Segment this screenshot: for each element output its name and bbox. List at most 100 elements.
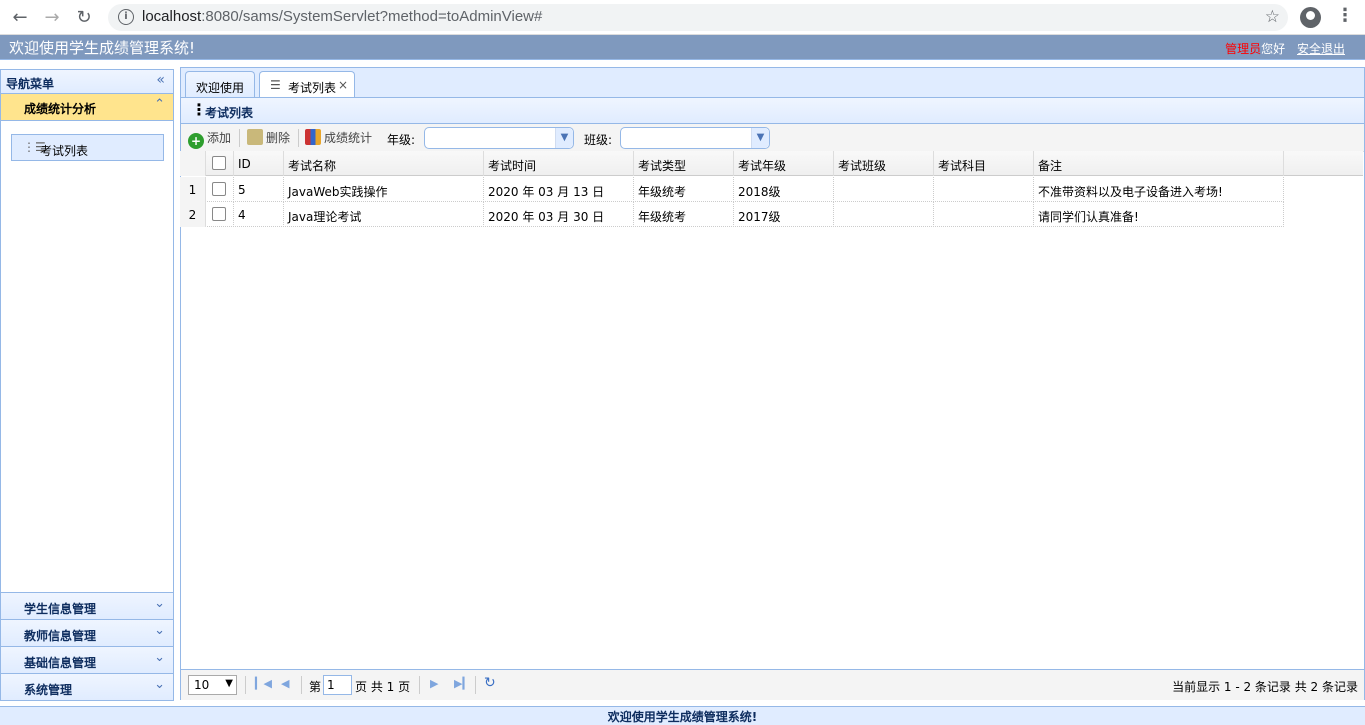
column-header[interactable]: 考试时间 [484,151,634,176]
accordion-section-label: 系统管理 [24,683,73,697]
page-number-value: 1 [327,678,335,692]
column-header[interactable]: 考试科目 [934,151,1034,176]
delete-label: 删除 [266,131,291,145]
accordion-section-basic[interactable]: 基础信息管理 ⌄ [1,646,173,673]
url-text[interactable]: localhost:8080/sams/SystemServlet?method… [142,8,542,25]
stats-button[interactable]: 成绩统计 [305,129,372,147]
prev-page-icon[interactable]: ◀ [281,677,289,690]
address-bar[interactable]: i localhost:8080/sams/SystemServlet?meth… [108,4,1288,31]
chevron-down-icon[interactable]: ⌄ [154,677,165,692]
accordion-section-system[interactable]: 系统管理 ⌄ [1,673,173,700]
bookmark-star-icon[interactable]: ☆ [1265,7,1280,27]
accordion-section-label: 基础信息管理 [24,656,97,670]
pager-separator [301,676,302,694]
tab-label: 欢迎使用 [196,81,245,95]
menu-kebab-icon[interactable]: ⋮ [1336,5,1354,26]
column-header[interactable]: 考试年级 [734,151,834,176]
chevron-up-icon[interactable]: ⌃ [154,97,165,112]
grid-header-row: ID 考试名称 考试时间 考试类型 考试年级 考试班级 考试科目 备注 [180,151,1363,176]
chevron-down-icon[interactable]: ⌄ [154,623,165,638]
add-button[interactable]: + 添加 [188,129,231,149]
forward-arrow-icon[interactable]: → [40,6,64,30]
row-number: 2 [180,202,206,227]
sidebar-item-label: 考试列表 [40,144,89,158]
tab-welcome[interactable]: 欢迎使用 [185,71,255,98]
nav-sidebar: 导航菜单 « 成绩统计分析 ⌃ ⋮☰ 考试列表 学生信息管理 ⌄ 教师信息管理 … [0,69,174,701]
page-prefix: 第 [309,680,322,694]
profile-icon[interactable] [1300,7,1321,28]
page-number-input[interactable]: 1 [323,675,352,695]
panel-title: 考试列表 [205,106,254,120]
tab-label: 考试列表 [288,81,337,95]
accordion-section-label: 成绩统计分析 [24,102,97,116]
column-header[interactable]: 考试班级 [834,151,934,176]
cell-time: 2020 年 03 月 30 日 [484,202,634,227]
next-page-icon[interactable]: ▶ [430,677,438,690]
table-row[interactable]: 1 5 JavaWeb实践操作 2020 年 03 月 13 日 年级统考 20… [180,177,1284,202]
grid-toolbar: + 添加 删除 成绩统计 年级: ▼ 班级: ▼ [181,124,1364,152]
accordion-section-label: 教师信息管理 [24,629,97,643]
chevron-down-icon: ▼ [225,678,233,689]
back-arrow-icon[interactable]: ← [8,6,32,30]
cell-type: 年级统考 [634,177,734,202]
app-footer: 欢迎使用学生成绩管理系统! [0,706,1365,725]
delete-button[interactable]: 删除 [247,129,290,147]
column-header[interactable]: 备注 [1034,151,1284,176]
sidebar-item-exam-list[interactable]: ⋮☰ 考试列表 [11,134,164,161]
pager-separator [245,676,246,694]
row-number: 1 [180,177,206,202]
cell-grade: 2018级 [734,177,834,202]
class-combo[interactable]: ▼ [620,127,770,149]
row-checkbox[interactable] [212,182,226,196]
toolbar-separator [239,129,240,147]
rownum-header [180,151,206,176]
row-select-cell [206,177,234,202]
accordion-section-students[interactable]: 学生信息管理 ⌄ [1,592,173,619]
cell-type: 年级统考 [634,202,734,227]
column-header[interactable]: 考试类型 [634,151,734,176]
reload-icon[interactable]: ↻ [72,6,96,30]
table-row[interactable]: 2 4 Java理论考试 2020 年 03 月 30 日 年级统考 2017级… [180,202,1284,227]
info-icon[interactable]: i [118,9,134,25]
chevron-down-icon[interactable]: ▼ [751,128,769,148]
refresh-icon[interactable]: ↻ [484,675,496,691]
grade-combo[interactable]: ▼ [424,127,574,149]
footer-text: 欢迎使用学生成绩管理系统! [607,710,758,724]
select-all-cell [206,151,234,176]
column-header[interactable]: ID [234,151,284,176]
close-icon[interactable]: × [338,78,348,92]
select-all-checkbox[interactable] [212,156,226,170]
cell-remark: 请同学们认真准备! [1034,202,1284,227]
first-page-icon[interactable]: ▎◀ [255,677,272,690]
accordion-section-stats[interactable]: 成绩统计分析 ⌃ [1,94,173,121]
cell-course [934,202,1034,227]
logout-link[interactable]: 安全退出 [1297,42,1345,56]
app-title: 欢迎使用学生成绩管理系统! [9,39,196,57]
cell-time: 2020 年 03 月 13 日 [484,177,634,202]
greeting: 您好 [1261,42,1286,56]
list-icon: ☰ [270,78,281,92]
page-size-select[interactable]: 10 ▼ [188,675,237,695]
sidebar-title: 导航菜单 [6,77,55,91]
tab-exam-list[interactable]: ☰ 考试列表 × [259,71,355,99]
collapse-left-icon[interactable]: « [156,72,165,88]
accordion-section-teachers[interactable]: 教师信息管理 ⌄ [1,619,173,646]
cell-name: JavaWeb实践操作 [284,177,484,202]
row-select-cell [206,202,234,227]
accordion-bottom: 学生信息管理 ⌄ 教师信息管理 ⌄ 基础信息管理 ⌄ 系统管理 ⌄ [1,592,173,700]
row-checkbox[interactable] [212,207,226,221]
page-size-value: 10 [194,678,210,692]
chevron-down-icon[interactable]: ⌄ [154,596,165,611]
column-header[interactable]: 考试名称 [284,151,484,176]
accordion-section-label: 学生信息管理 [24,602,97,616]
cell-course [934,177,1034,202]
cell-grade: 2017级 [734,202,834,227]
delete-icon [247,129,263,145]
chevron-down-icon[interactable]: ▼ [555,128,573,148]
user-area: 管理员您好 安全退出 [1225,40,1345,57]
tabs-bar: 欢迎使用 ☰ 考试列表 × [180,67,1365,99]
user-role: 管理员 [1225,42,1262,56]
page-suffix: 页 共 1 页 [355,680,411,694]
last-page-icon[interactable]: ▶▎ [454,677,471,690]
chevron-down-icon[interactable]: ⌄ [154,650,165,665]
